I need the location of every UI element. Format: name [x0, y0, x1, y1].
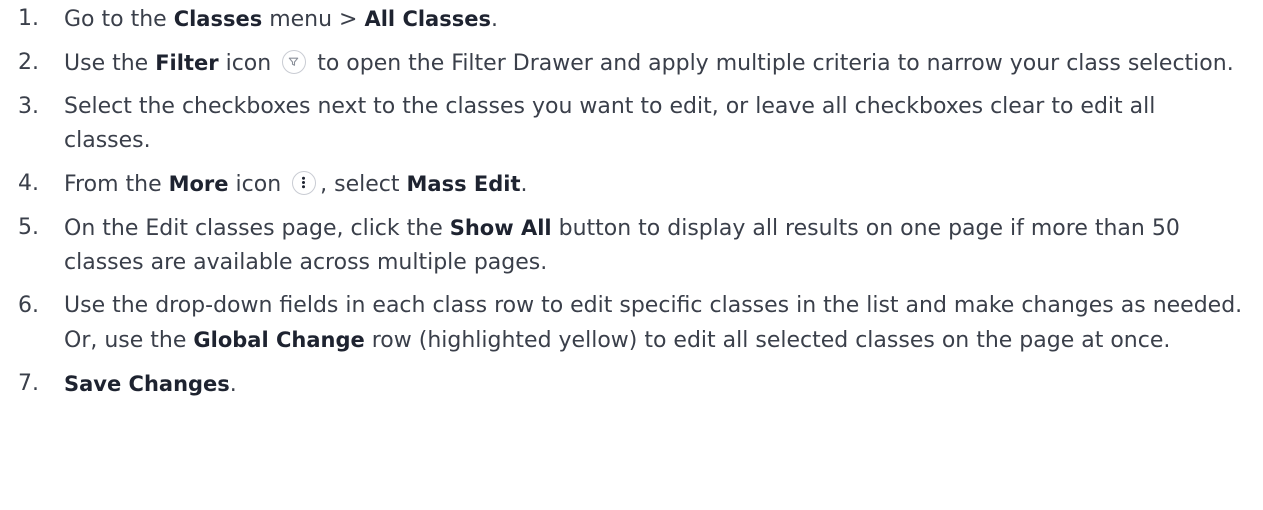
step-text: .: [520, 172, 528, 197]
step-text: Select the checkboxes next to the classe…: [64, 94, 1156, 153]
step-text: Use the: [64, 51, 156, 76]
step-text: .: [490, 7, 498, 32]
step-number: 1.: [18, 6, 39, 31]
step-number: 6.: [18, 293, 39, 318]
filter-label: Filter: [155, 51, 219, 75]
step-6: 6. Use the drop-down fields in each clas…: [18, 289, 1243, 358]
step-number: 4.: [18, 171, 39, 196]
step-text: , select: [320, 172, 407, 197]
step-text: icon: [218, 51, 272, 76]
more-label: More: [168, 172, 229, 196]
show-all-label: Show All: [449, 216, 552, 240]
step-text: Go to the: [64, 7, 174, 32]
step-5: 5. On the Edit classes page, click the S…: [18, 211, 1243, 280]
step-text: row (highlighted yellow) to edit all sel…: [364, 328, 1171, 353]
all-classes-label: All Classes: [364, 7, 491, 31]
step-number: 2.: [18, 50, 39, 75]
step-number: 5.: [18, 215, 39, 240]
classes-menu-label: Classes: [173, 7, 263, 31]
step-text: menu >: [262, 7, 365, 32]
global-change-label: Global Change: [193, 328, 365, 352]
step-4: 4. From the More icon , select Mass Edit…: [18, 167, 1243, 202]
step-7: 7. Save Changes.: [18, 367, 1243, 402]
step-number: 7.: [18, 371, 39, 396]
step-text: .: [229, 372, 237, 397]
step-number: 3.: [18, 94, 39, 119]
filter-icon: [282, 50, 307, 74]
more-vertical-icon: [292, 171, 317, 195]
instruction-steps-list: 1. Go to the Classes menu > All Classes.…: [0, 2, 1243, 402]
step-text: icon: [228, 172, 282, 197]
step-text: On the Edit classes page, click the: [64, 216, 450, 241]
mass-edit-label: Mass Edit: [406, 172, 521, 196]
save-changes-label: Save Changes: [64, 372, 230, 396]
step-text: to open the Filter Drawer and apply mult…: [310, 51, 1234, 76]
step-2: 2. Use the Filter icon to open the Filte…: [18, 46, 1243, 81]
step-3: 3. Select the checkboxes next to the cla…: [18, 90, 1243, 158]
step-1: 1. Go to the Classes menu > All Classes.: [18, 2, 1243, 37]
step-text: From the: [64, 172, 169, 197]
